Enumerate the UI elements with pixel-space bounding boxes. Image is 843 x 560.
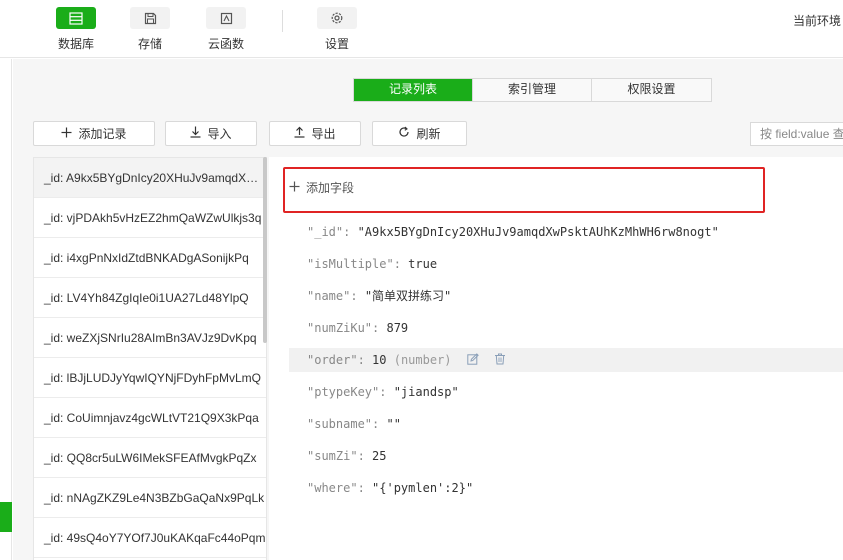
edit-icon[interactable] [467, 349, 479, 373]
toolbar-storage[interactable]: 存储 [120, 7, 180, 52]
field-value: 10 [372, 353, 387, 367]
record-list-item[interactable]: _id: QQ8cr5uLW6IMekSFEAfMvgkPqZx [34, 438, 266, 478]
record-list-item[interactable]: _id: A9kx5BYgDnIcy20XHuJv9amqdXwPsktAUhK… [34, 158, 266, 198]
active-collection-marker[interactable] [0, 502, 12, 532]
toolbar-settings[interactable]: 设置 [307, 7, 367, 52]
field-value: true [408, 257, 438, 271]
field-value: 25 [372, 449, 387, 463]
field-value: "{'pymlen':2}" [372, 481, 474, 495]
toolbar-storage-label: 存储 [137, 37, 162, 51]
field-row-subname[interactable]: "subname": "" [307, 414, 401, 434]
field-key: "_id" [307, 225, 344, 239]
record-list-scrollbar[interactable] [263, 157, 267, 343]
field-key: "name" [307, 289, 351, 303]
field-row-id[interactable]: "_id": "A9kx5BYgDnIcy20XHuJv9amqdXwPsktA… [307, 222, 719, 242]
record-list: _id: A9kx5BYgDnIcy20XHuJv9amqdXwPsktAUhK… [33, 157, 267, 560]
cloud-function-icon [206, 7, 246, 29]
export-label: 导出 [311, 127, 336, 141]
tab-index-management[interactable]: 索引管理 [473, 79, 592, 101]
id-highlight-box [283, 167, 765, 213]
field-row-where[interactable]: "where": "{'pymlen':2}" [307, 478, 473, 498]
record-list-item[interactable]: _id: CoUimnjavz4gcWLtVT21Q9X3kPqa [34, 398, 266, 438]
plus-icon [61, 127, 72, 141]
toolbar-database-label: 数据库 [57, 37, 94, 51]
field-key: "isMultiple" [307, 257, 394, 271]
field-key: "subname" [307, 417, 373, 431]
record-list-item[interactable]: _id: LV4Yh84ZgIqIe0i1UA27Ld48YlpQ [34, 278, 266, 318]
toolbar-cloud-function[interactable]: 云函数 [196, 7, 256, 52]
field-value: 879 [386, 321, 409, 335]
main-panel: 记录列表 索引管理 权限设置 添加记录 导入 导出 刷新 _id: A9kx5B… [13, 59, 843, 560]
record-list-item[interactable]: _id: vjPDAkh5vHzEZ2hmQaWZwUlkjs3q [34, 198, 266, 238]
field-row-order[interactable]: "order": 10 (number) [289, 348, 843, 372]
upload-icon [294, 126, 305, 141]
toolbar-divider [282, 10, 283, 32]
view-tabs: 记录列表 索引管理 权限设置 [353, 78, 712, 102]
query-input[interactable] [750, 122, 843, 146]
tab-permission-settings[interactable]: 权限设置 [592, 79, 711, 101]
current-environment-label: 当前环境 [793, 14, 842, 28]
import-button[interactable]: 导入 [165, 121, 257, 146]
add-record-button[interactable]: 添加记录 [33, 121, 155, 146]
field-row-name[interactable]: "name": "简单双拼练习" [307, 286, 451, 306]
record-list-item[interactable]: _id: weZXjSNrIu28AImBn3AVJz9DvKpq [34, 318, 266, 358]
refresh-label: 刷新 [416, 127, 441, 141]
field-value: "A9kx5BYgDnIcy20XHuJv9amqdXwPsktAUhKzMhW… [357, 225, 719, 239]
field-value: "" [386, 417, 401, 431]
record-list-item[interactable]: _id: lBJjLUDJyYqwIQYNjFDyhFpMvLmQ [34, 358, 266, 398]
record-detail: 添加字段 "_id": "A9kx5BYgDnIcy20XHuJv9amqdXw… [269, 157, 843, 560]
record-list-item[interactable]: _id: 49sQ4oY7YOf7J0uKAKqaFc44oPqm [34, 518, 266, 558]
download-icon [190, 126, 201, 141]
refresh-button[interactable]: 刷新 [372, 121, 467, 146]
delete-icon[interactable] [494, 349, 506, 373]
toolbar-settings-label: 设置 [324, 37, 349, 51]
field-key: "where" [307, 481, 358, 495]
top-toolbar: 数据库 存储 云函数 设置 当前环境 [0, 0, 843, 58]
refresh-icon [398, 126, 410, 141]
field-row-ismultiple[interactable]: "isMultiple": true [307, 254, 437, 274]
add-record-label: 添加记录 [78, 127, 127, 141]
field-key: "numZiKu" [307, 321, 373, 335]
tab-record-list[interactable]: 记录列表 [354, 79, 473, 101]
field-row-ptypekey[interactable]: "ptypeKey": "jiandsp" [307, 382, 459, 402]
field-row-numziku[interactable]: "numZiKu": 879 [307, 318, 408, 338]
gear-icon [317, 7, 357, 29]
field-key: "order" [307, 353, 358, 367]
field-value: "简单双拼练习" [364, 289, 452, 303]
field-key: "sumZi" [307, 449, 358, 463]
field-key: "ptypeKey" [307, 385, 380, 399]
export-button[interactable]: 导出 [269, 121, 361, 146]
toolbar-cloud-function-label: 云函数 [207, 37, 244, 51]
field-type: (number) [393, 353, 452, 367]
database-icon [56, 7, 96, 29]
left-collection-strip [0, 59, 12, 560]
storage-icon [130, 7, 170, 29]
record-list-item[interactable]: _id: i4xgPnNxIdZtdBNKADgASonijkPq [34, 238, 266, 278]
record-list-item[interactable]: _id: nNAgZKZ9Le4N3BZbGaQaNx9PqLk [34, 478, 266, 518]
toolbar-database[interactable]: 数据库 [46, 7, 106, 52]
import-label: 导入 [207, 127, 232, 141]
field-row-sumzi[interactable]: "sumZi": 25 [307, 446, 386, 466]
field-value: "jiandsp" [393, 385, 459, 399]
